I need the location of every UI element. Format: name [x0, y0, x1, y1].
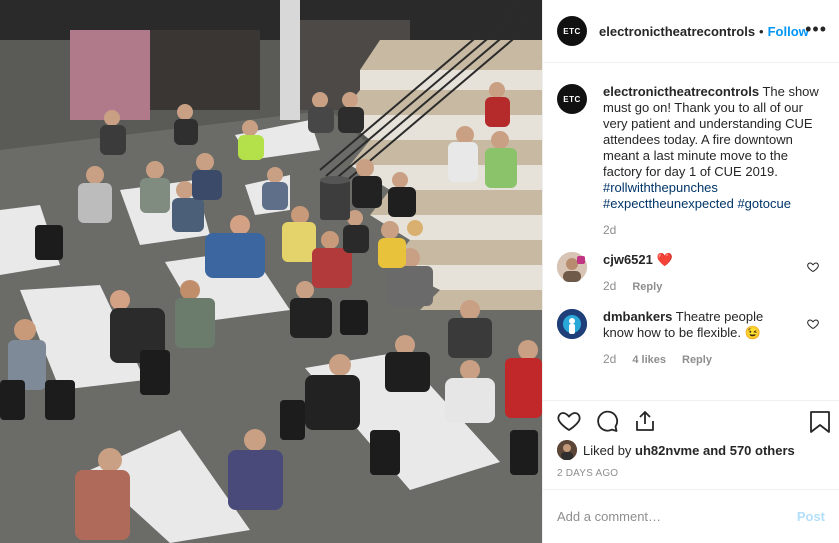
- more-options-icon[interactable]: •••: [805, 20, 827, 38]
- like-heart-icon[interactable]: [557, 409, 581, 433]
- liked-by-user[interactable]: uh82nvme: [635, 443, 699, 458]
- caption-avatar-logo: ETC: [563, 94, 581, 104]
- commenter-avatar[interactable]: [557, 309, 587, 339]
- author-avatar[interactable]: ETC: [557, 16, 587, 46]
- post-header: ETC electronictheatrecontrols • Follow •…: [543, 0, 839, 63]
- hashtag-link[interactable]: #rollwiththepunches: [603, 180, 718, 195]
- hashtag-link[interactable]: #gotocue: [737, 196, 791, 211]
- comment-item: cjw6521 ❤️ 2d Reply: [557, 252, 825, 295]
- post-photo-illustration: [0, 0, 542, 543]
- comment-bubble-icon[interactable]: [595, 409, 619, 433]
- add-comment-bar: Post: [543, 489, 839, 543]
- comment-body: cjw6521 ❤️ 2d Reply: [603, 252, 793, 295]
- reply-button[interactable]: Reply: [682, 352, 712, 368]
- comment-username[interactable]: dmbankers: [603, 309, 672, 324]
- comment-text: ❤️: [656, 252, 673, 267]
- like-comment-heart-icon[interactable]: [807, 317, 819, 333]
- caption-body: electronictheatrecontrols The show must …: [603, 84, 823, 238]
- like-comment-heart-icon[interactable]: [807, 260, 819, 276]
- author-username[interactable]: electronictheatrecontrols: [599, 24, 755, 39]
- comment-age[interactable]: 2d: [603, 278, 616, 294]
- reply-button[interactable]: Reply: [632, 279, 662, 295]
- post-photo[interactable]: [0, 0, 542, 543]
- bookmark-icon[interactable]: [809, 410, 831, 437]
- comment-meta: 2d Reply: [603, 278, 793, 295]
- commenter-avatar[interactable]: [557, 252, 587, 282]
- comment-body: dmbankers Theatre people know how to be …: [603, 309, 793, 368]
- liked-by-prefix: Liked by: [583, 442, 632, 458]
- share-icon[interactable]: [633, 409, 657, 433]
- author-avatar-logo: ETC: [563, 26, 581, 36]
- liker-avatar-image: [557, 440, 577, 460]
- comment-username[interactable]: cjw6521: [603, 252, 653, 267]
- likes-summary: Liked by uh82nvme and 570 others: [557, 440, 795, 460]
- liked-by-others[interactable]: and 570 others: [703, 443, 795, 458]
- post-comment-button[interactable]: Post: [797, 509, 825, 524]
- comment-meta: 2d 4 likes Reply: [603, 351, 793, 368]
- comment-likes[interactable]: 4 likes: [632, 352, 666, 368]
- action-bar: [543, 400, 839, 440]
- separator-dot: •: [759, 23, 764, 39]
- hashtag-link[interactable]: #expecttheunexpected: [603, 196, 734, 211]
- caption-author-avatar[interactable]: ETC: [557, 84, 587, 114]
- comment-age[interactable]: 2d: [603, 351, 616, 367]
- post-timestamp[interactable]: 2 DAYS AGO: [557, 468, 618, 479]
- commenter-avatar-image: [557, 309, 587, 339]
- follow-button[interactable]: Follow: [768, 24, 809, 39]
- post-side-panel: ETC electronictheatrecontrols • Follow •…: [542, 0, 839, 543]
- liker-avatar[interactable]: [557, 440, 577, 460]
- caption-author-username[interactable]: electronictheatrecontrols: [603, 84, 759, 99]
- comment-item: dmbankers Theatre people know how to be …: [557, 309, 825, 368]
- add-comment-input[interactable]: [557, 509, 797, 524]
- comments-section[interactable]: ETC electronictheatrecontrols The show m…: [543, 64, 839, 400]
- caption-age[interactable]: 2d: [603, 222, 823, 238]
- commenter-avatar-image: [557, 252, 587, 282]
- caption: ETC electronictheatrecontrols The show m…: [557, 84, 825, 238]
